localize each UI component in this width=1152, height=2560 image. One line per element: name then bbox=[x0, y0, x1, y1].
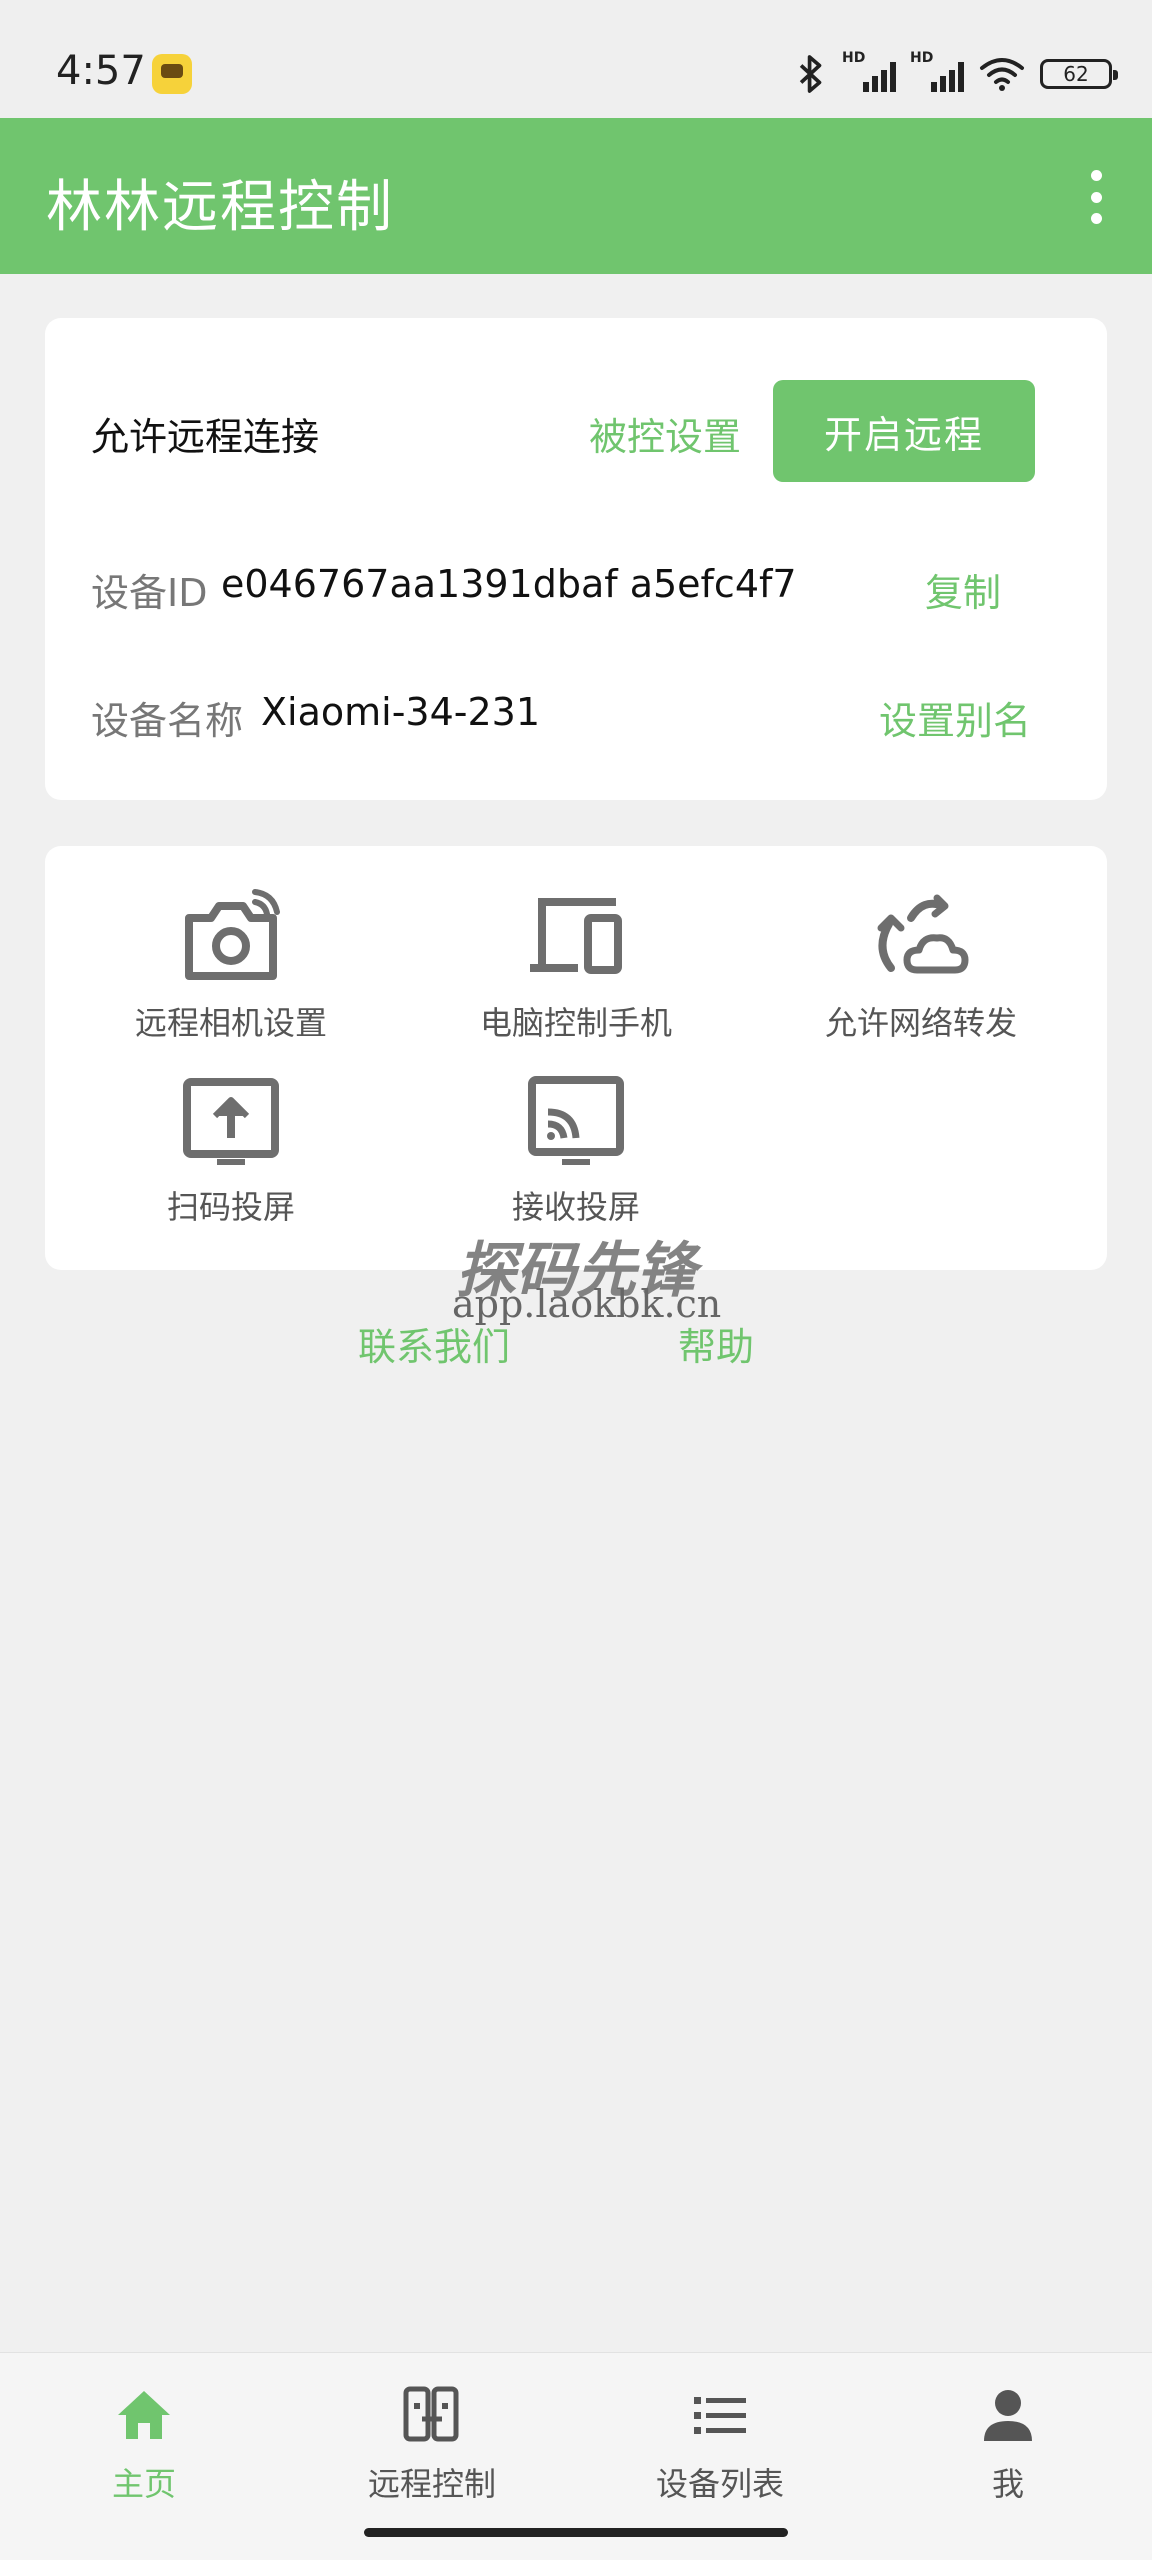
app-bar: 林林远程控制 bbox=[0, 118, 1152, 274]
wifi-icon bbox=[980, 58, 1024, 91]
remote-connection-card: 允许远程连接 被控设置 开启远程 设备ID e046767aa1391dbaf … bbox=[45, 318, 1107, 800]
feature-label: 扫码投屏 bbox=[166, 1188, 295, 1226]
signal-icon: HD bbox=[910, 50, 964, 94]
allow-remote-label: 允许远程连接 bbox=[91, 415, 320, 459]
battery-level: 62 bbox=[1063, 62, 1089, 86]
bluetooth-icon bbox=[799, 55, 822, 93]
pc-control-phone-item[interactable]: 电脑控制手机 bbox=[408, 888, 744, 1058]
feature-label: 远程相机设置 bbox=[134, 1004, 327, 1042]
set-alias-button[interactable]: 设置别名 bbox=[879, 690, 1031, 745]
device-name-value: Xiaomi-34-231 bbox=[261, 690, 541, 734]
nav-label: 主页 bbox=[111, 2465, 176, 2503]
feature-label: 允许网络转发 bbox=[824, 1004, 1017, 1042]
nav-label: 我 bbox=[991, 2465, 1024, 2503]
device-name-label: 设备名称 bbox=[91, 699, 244, 743]
status-icons: HD HD 62 bbox=[794, 50, 1118, 96]
app-notification-icon bbox=[152, 54, 192, 94]
nav-label: 远程控制 bbox=[367, 2465, 496, 2503]
controlled-settings-button[interactable]: 被控设置 bbox=[589, 406, 741, 461]
devices-icon bbox=[530, 898, 622, 974]
app-title: 林林远程控制 bbox=[46, 175, 394, 240]
battery-icon: 62 bbox=[1040, 59, 1118, 89]
start-remote-button[interactable]: 开启远程 bbox=[773, 380, 1035, 482]
screen-upload-icon bbox=[183, 1078, 279, 1165]
camera-icon bbox=[185, 889, 280, 980]
nav-device-list[interactable]: 设备列表 bbox=[576, 2385, 864, 2505]
status-time: 4:57 bbox=[56, 48, 146, 94]
network-forward-item[interactable]: 允许网络转发 bbox=[753, 888, 1089, 1058]
help-link[interactable]: 帮助 bbox=[678, 1316, 754, 1371]
person-icon bbox=[984, 2390, 1032, 2441]
more-vert-icon[interactable] bbox=[1084, 170, 1108, 224]
cloud-sync-icon bbox=[877, 894, 969, 974]
signal-hd-label: HD bbox=[842, 50, 866, 66]
copy-button[interactable]: 复制 bbox=[925, 562, 1001, 617]
nav-home[interactable]: 主页 bbox=[0, 2385, 288, 2505]
scan-cast-item[interactable]: 扫码投屏 bbox=[63, 1072, 399, 1242]
home-indicator bbox=[364, 2528, 788, 2537]
remote-devices-icon bbox=[403, 2386, 459, 2442]
signal-hd-label: HD bbox=[910, 50, 934, 66]
contact-us-link[interactable]: 联系我们 bbox=[358, 1316, 510, 1371]
home-icon bbox=[118, 2391, 170, 2439]
remote-camera-settings-item[interactable]: 远程相机设置 bbox=[63, 888, 399, 1058]
cast-icon bbox=[528, 1076, 624, 1165]
device-id-value: e046767aa1391dbaf a5efc4f7 bbox=[221, 562, 797, 606]
status-bar: 4:57 HD HD 62 bbox=[0, 0, 1152, 118]
list-icon bbox=[694, 2397, 746, 2434]
nav-remote-control[interactable]: 远程控制 bbox=[288, 2385, 576, 2505]
feature-label: 电脑控制手机 bbox=[479, 1004, 672, 1042]
nav-me[interactable]: 我 bbox=[864, 2385, 1152, 2505]
features-card: 远程相机设置 电脑控制手机 允许网络转发 扫码投屏 接收投屏 bbox=[45, 846, 1107, 1270]
device-id-label: 设备ID bbox=[91, 571, 208, 615]
receive-cast-item[interactable]: 接收投屏 bbox=[408, 1072, 744, 1242]
signal-icon: HD bbox=[842, 50, 896, 94]
nav-label: 设备列表 bbox=[655, 2465, 784, 2503]
